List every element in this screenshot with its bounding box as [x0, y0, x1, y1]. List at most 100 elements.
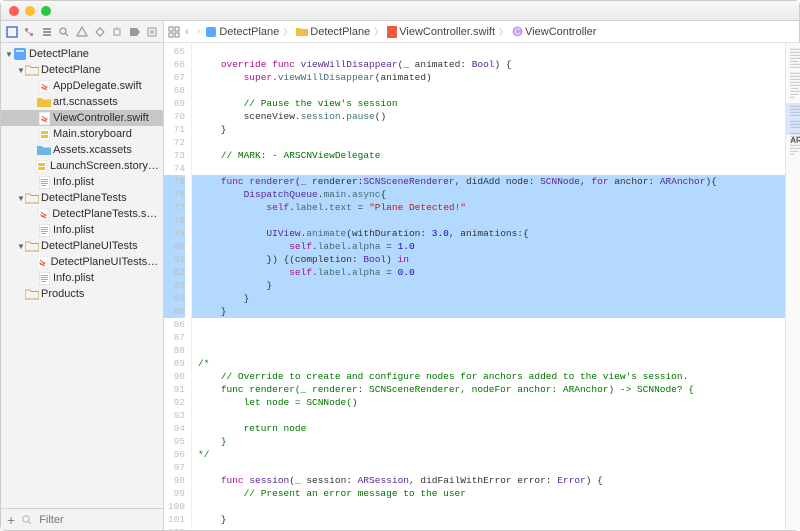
line-number[interactable]: 87	[164, 331, 185, 344]
disclosure-triangle-icon[interactable]: ▼	[5, 50, 13, 59]
line-number[interactable]: 82	[164, 266, 185, 279]
tree-item[interactable]: Info.plist	[1, 270, 163, 286]
report-navigator-icon[interactable]	[146, 25, 160, 39]
line-number[interactable]: 76	[164, 188, 185, 201]
related-items-icon[interactable]	[168, 26, 180, 38]
breadcrumb-group[interactable]: DetectPlane	[296, 26, 370, 38]
code-line[interactable]	[192, 84, 785, 97]
line-number[interactable]: 91	[164, 383, 185, 396]
code-line[interactable]	[192, 45, 785, 58]
code-line[interactable]: // Override to create and configure node…	[192, 370, 785, 383]
code-line[interactable]: // Pause the view's session	[192, 97, 785, 110]
code-line[interactable]	[192, 318, 785, 331]
code-line[interactable]	[192, 461, 785, 474]
code-line[interactable]: // Present an error message to the user	[192, 487, 785, 500]
code-line[interactable]: return node	[192, 422, 785, 435]
line-number[interactable]: 101	[164, 513, 185, 526]
code-line[interactable]: func renderer(_ renderer:SCNSceneRendere…	[192, 175, 785, 188]
tree-item[interactable]: Main.storyboard	[1, 126, 163, 142]
tree-item[interactable]: AppDelegate.swift	[1, 78, 163, 94]
file-tree[interactable]: ▼DetectPlane▼DetectPlaneAppDelegate.swif…	[1, 43, 163, 508]
tree-item[interactable]: Products	[1, 286, 163, 302]
line-number[interactable]: 75	[164, 175, 185, 188]
code-line[interactable]: let node = SCNNode()	[192, 396, 785, 409]
line-number[interactable]: 79	[164, 227, 185, 240]
code-line[interactable]	[192, 526, 785, 530]
tree-item[interactable]: Info.plist	[1, 222, 163, 238]
line-number[interactable]: 94	[164, 422, 185, 435]
close-window-button[interactable]	[9, 6, 19, 16]
line-number[interactable]: 73	[164, 149, 185, 162]
line-number[interactable]: 78	[164, 214, 185, 227]
source-control-navigator-icon[interactable]	[23, 25, 37, 39]
code-line[interactable]: func session(_ session: ARSession, didFa…	[192, 474, 785, 487]
back-button[interactable]: ‹	[182, 26, 192, 38]
line-number[interactable]: 84	[164, 292, 185, 305]
code-line[interactable]	[192, 214, 785, 227]
tree-item[interactable]: DetectPlaneUITests.swift	[1, 254, 163, 270]
tree-item[interactable]: ViewController.swift	[1, 110, 163, 126]
code-line[interactable]	[192, 162, 785, 175]
test-navigator-icon[interactable]	[93, 25, 107, 39]
project-navigator-icon[interactable]	[5, 25, 19, 39]
line-number[interactable]: 67	[164, 71, 185, 84]
line-number[interactable]: 97	[164, 461, 185, 474]
code-line[interactable]	[192, 409, 785, 422]
code-line[interactable]: }	[192, 435, 785, 448]
line-number[interactable]: 90	[164, 370, 185, 383]
code-line[interactable]: self.label.text = "Plane Detected!"	[192, 201, 785, 214]
code-line[interactable]	[192, 136, 785, 149]
tree-item[interactable]: Assets.xcassets	[1, 142, 163, 158]
breadcrumb-symbol[interactable]: CViewController	[512, 26, 596, 38]
code-line[interactable]: func renderer(_ renderer: SCNSceneRender…	[192, 383, 785, 396]
code-line[interactable]: self.label.alpha = 0.0	[192, 266, 785, 279]
jump-bar[interactable]: ‹ › DetectPlane 〉 DetectPlane 〉 ViewCont…	[164, 21, 800, 43]
code-area[interactable]: override func viewWillDisappear(_ animat…	[192, 43, 785, 530]
code-line[interactable]: super.viewWillDisappear(animated)	[192, 71, 785, 84]
tree-item[interactable]: ▼DetectPlane	[1, 46, 163, 62]
line-number[interactable]: 74	[164, 162, 185, 175]
tree-item[interactable]: LaunchScreen.storyboard	[1, 158, 163, 174]
line-number[interactable]: 72	[164, 136, 185, 149]
add-button[interactable]: +	[7, 512, 15, 528]
line-number[interactable]: 93	[164, 409, 185, 422]
code-line[interactable]: }	[192, 123, 785, 136]
code-line[interactable]: }	[192, 292, 785, 305]
line-number[interactable]: 88	[164, 344, 185, 357]
code-line[interactable]: /*	[192, 357, 785, 370]
disclosure-triangle-icon[interactable]: ▼	[17, 66, 25, 75]
line-number[interactable]: 71	[164, 123, 185, 136]
line-number-gutter[interactable]: 6566676869707172737475767778798081828384…	[164, 43, 192, 530]
line-number[interactable]: 85	[164, 305, 185, 318]
minimap-viewport[interactable]	[786, 103, 800, 135]
line-number[interactable]: 102	[164, 526, 185, 530]
breadcrumb-project[interactable]: DetectPlane	[205, 26, 279, 38]
code-line[interactable]: }) {(completion: Bool) in	[192, 253, 785, 266]
breakpoint-navigator-icon[interactable]	[128, 25, 142, 39]
tree-item[interactable]: ▼DetectPlaneTests	[1, 190, 163, 206]
tree-item[interactable]: ▼DetectPlane	[1, 62, 163, 78]
code-line[interactable]: DispatchQueue.main.async{	[192, 188, 785, 201]
source-editor[interactable]: 6566676869707172737475767778798081828384…	[164, 43, 800, 530]
code-line[interactable]	[192, 344, 785, 357]
symbol-navigator-icon[interactable]	[40, 25, 54, 39]
code-line[interactable]	[192, 331, 785, 344]
line-number[interactable]: 66	[164, 58, 185, 71]
line-number[interactable]: 100	[164, 500, 185, 513]
filter-input[interactable]	[39, 514, 119, 526]
disclosure-triangle-icon[interactable]: ▼	[17, 242, 25, 251]
line-number[interactable]: 89	[164, 357, 185, 370]
line-number[interactable]: 86	[164, 318, 185, 331]
tree-item[interactable]: Info.plist	[1, 174, 163, 190]
code-line[interactable]: // MARK: - ARSCNViewDelegate	[192, 149, 785, 162]
tree-item[interactable]: art.scnassets	[1, 94, 163, 110]
code-line[interactable]: UIView.animate(withDuration: 3.0, animat…	[192, 227, 785, 240]
line-number[interactable]: 98	[164, 474, 185, 487]
code-line[interactable]: }	[192, 279, 785, 292]
breadcrumb-file[interactable]: ViewController.swift	[387, 26, 495, 38]
code-line[interactable]: sceneView.session.pause()	[192, 110, 785, 123]
line-number[interactable]: 68	[164, 84, 185, 97]
issue-navigator-icon[interactable]	[75, 25, 89, 39]
tree-item[interactable]: ▼DetectPlaneUITests	[1, 238, 163, 254]
line-number[interactable]: 81	[164, 253, 185, 266]
